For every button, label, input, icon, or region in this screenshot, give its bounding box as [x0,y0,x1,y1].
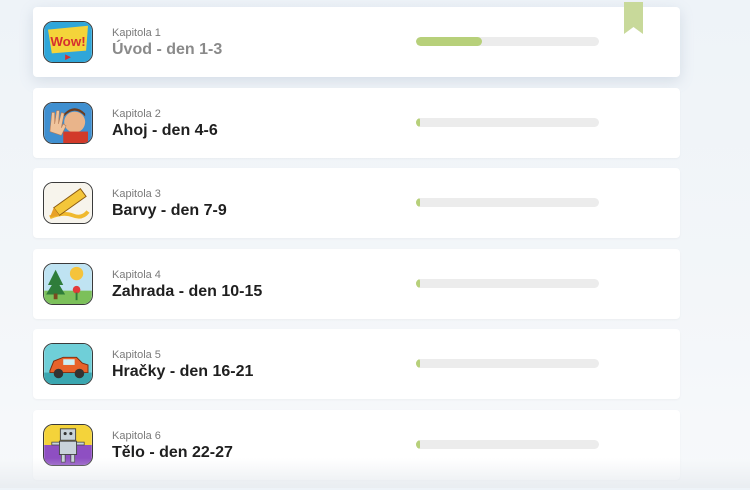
chapter-card-6[interactable]: Kapitola 6 Tělo - den 22-27 [33,409,680,480]
progress-fill [416,439,420,449]
chapter-label: Kapitola 3 [112,188,161,200]
chapter-title: Hračky - den 16-21 [112,363,254,380]
progress-fill [416,117,420,127]
chapter-label: Kapitola 4 [112,268,161,281]
progress-fill [416,37,482,46]
chapter-title: Barvy - den 7-9 [112,202,227,219]
progress-bar [416,117,599,127]
progress-fill [416,198,420,207]
toy-car-icon [43,343,93,385]
progress-fill [416,278,420,288]
chapter-card-5[interactable]: Kapitola 5 Hračky - den 16-21 [33,329,680,399]
garden-icon [43,262,93,305]
chapter-card-3[interactable]: Kapitola 3 Barvy - den 7-9 [33,168,680,238]
svg-text:Wow!: Wow! [50,34,85,49]
progress-bar [416,439,599,449]
progress-fill [416,359,420,368]
chapter-title: Zahrada - den 10-15 [112,282,263,300]
progress-bar [416,278,599,288]
chapter-label: Kapitola 1 [112,27,161,39]
chapter-label: Kapitola 5 [112,349,161,361]
robot-body-icon [43,423,93,466]
chapter-title: Ahoj - den 4-6 [112,121,218,139]
progress-bar [416,198,599,207]
chapter-title: Tělo - den 22-27 [112,443,233,461]
chapter-card-2[interactable]: Kapitola 2 Ahoj - den 4-6 [33,87,680,158]
progress-bar [416,359,599,368]
wow-icon: Wow! [43,21,93,63]
progress-bar [416,37,599,46]
waving-teacher-icon [43,101,93,144]
chapter-list: Wow! Kapitola 1 Úvod - den 1-3 Kapitola … [33,2,680,490]
chapter-card-4[interactable]: Kapitola 4 Zahrada - den 10-15 [33,248,680,319]
chapter-card-1[interactable]: Wow! Kapitola 1 Úvod - den 1-3 [33,2,680,77]
bookmark-icon [624,2,643,34]
chapter-label: Kapitola 2 [112,107,161,120]
chapter-label: Kapitola 6 [112,429,161,442]
chapter-title: Úvod - den 1-3 [112,41,223,58]
crayon-icon [43,182,93,224]
